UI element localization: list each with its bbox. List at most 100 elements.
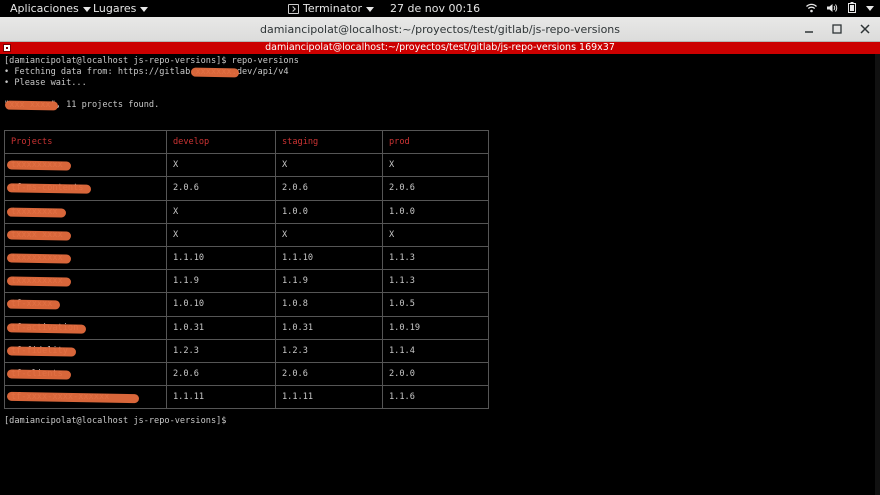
window-title: damiancipolat@localhost:~/proyectos/test…: [259, 23, 621, 36]
cell-develop: 2.0.6: [166, 361, 276, 387]
close-icon[interactable]: [858, 22, 872, 36]
cell-prod: 2.0.6: [382, 176, 489, 201]
cell-staging: 1.0.0: [275, 199, 383, 224]
places-menu[interactable]: Lugares: [93, 2, 149, 15]
redacted-text: xxx xxxx: [9, 100, 51, 110]
window-headerbar[interactable]: damiancipolat@localhost:~/proyectos/test…: [0, 17, 880, 42]
fetch-line: • Fetching data from: https://gitlab.xxx…: [4, 67, 289, 78]
table-row: txxxxxxxx X 1.0.0 1.0.0: [4, 199, 489, 224]
cell-project: txxxxxxxx: [4, 199, 167, 224]
table-header-row: Projects develop staging prod: [4, 129, 489, 155]
applications-menu[interactable]: Aplicaciones: [10, 2, 91, 15]
header-develop: develop: [166, 129, 276, 155]
cell-project: txxxxxxxxx: [4, 245, 167, 271]
redacted-project-name: tf-clients: [11, 368, 63, 379]
cell-prod: 1.0.19: [382, 315, 489, 340]
cell-project: tf-xxxx-xxxx-xxxxxx: [4, 385, 167, 410]
cell-prod: X: [382, 153, 489, 178]
redacted-project-name: tf-fidelity: [11, 345, 68, 356]
table-row: tf-xxxx-xxxx-xxxxxx 1.1.11 1.1.11 1.1.6: [4, 385, 489, 410]
table-row: txxxxxxxxx 1.1.10 1.1.10 1.1.3: [4, 245, 489, 271]
cell-project: tf-ms-contents: [4, 176, 167, 201]
volume-icon: [827, 3, 838, 12]
redacted-project-name: txxxx xxxx: [11, 229, 63, 240]
final-prompt: [damiancipolat@localhost js-repo-version…: [4, 416, 227, 426]
cell-staging: 1.1.9: [275, 269, 383, 294]
redacted-project-name: txxxxxxxx: [11, 206, 58, 217]
cell-staging: 2.0.6: [275, 176, 383, 201]
cell-staging: 1.1.10: [275, 245, 383, 271]
redacted-project-name: tf-xxxx-xxxx-xxxxxx: [11, 392, 110, 403]
cell-develop: 1.1.10: [166, 245, 276, 271]
system-tray[interactable]: [806, 2, 874, 13]
redacted-project-name: txxxxxxxxx: [11, 276, 63, 287]
places-menu-label: Lugares: [93, 2, 137, 15]
table-row: tf-xxxxx 1.0.10 1.0.8 1.0.5: [4, 292, 489, 317]
redacted-project-name: txxxxxxxxx: [11, 253, 63, 264]
wifi-icon: [806, 3, 817, 12]
command-line: [damiancipolat@localhost js-repo-version…: [4, 56, 299, 67]
clock[interactable]: 27 de nov 00:16: [390, 2, 480, 15]
cell-develop: X: [166, 222, 276, 247]
redacted-project-name: tf-activation: [11, 322, 79, 333]
cell-project: txxxx xxxx: [4, 222, 167, 247]
cell-prod: X: [382, 222, 489, 247]
prompt: [damiancipolat@localhost js-repo-version…: [4, 56, 227, 66]
cell-staging: X: [275, 153, 383, 178]
cell-develop: 1.2.3: [166, 338, 276, 363]
wait-line: • Please wait...: [4, 78, 87, 88]
terminal-icon: [288, 3, 299, 14]
redacted-group: xxx xxxx: [9, 100, 50, 111]
cell-prod: 1.1.3: [382, 245, 489, 271]
applications-menu-label: Aplicaciones: [10, 2, 79, 15]
table-row: tf-activation 1.0.31 1.0.31 1.0.19: [4, 315, 489, 340]
cell-project: txxxxxxxxx: [4, 153, 167, 178]
cell-prod: 1.0.0: [382, 199, 489, 224]
cell-develop: 1.0.10: [166, 292, 276, 317]
terminator-titlebar[interactable]: damiancipolat@localhost:~/proyectos/test…: [0, 42, 880, 54]
table-row: txxxx xxxx X X X: [4, 222, 489, 247]
cell-project: tf-xxxxx: [4, 292, 167, 317]
cell-project: tf-fidelity: [4, 338, 167, 363]
cell-develop: X: [166, 153, 276, 178]
scrollbar[interactable]: [875, 54, 880, 495]
table-row: tf-fidelity 1.2.3 1.2.3 1.1.4: [4, 338, 489, 363]
header-staging: staging: [275, 129, 383, 155]
cell-develop: 2.0.6: [166, 176, 276, 201]
redacted-project-name: tf-xxxxx: [11, 299, 53, 310]
cell-prod: 1.1.6: [382, 385, 489, 410]
cell-prod: 2.0.0: [382, 361, 489, 387]
window-controls: [802, 22, 872, 36]
cell-prod: 1.1.3: [382, 269, 489, 294]
cell-staging: 1.2.3: [275, 338, 383, 363]
battery-icon: [848, 2, 856, 13]
cell-develop: 1.1.9: [166, 269, 276, 294]
header-prod: prod: [382, 129, 489, 155]
fetch-text: • Fetching data from: https://gitlab.: [4, 67, 196, 77]
cell-prod: 1.0.5: [382, 292, 489, 317]
cell-project: tf-clients: [4, 361, 167, 387]
chevron-down-icon: [140, 6, 149, 12]
minimize-icon[interactable]: [802, 22, 816, 36]
terminator-title: damiancipolat@localhost:~/proyectos/test…: [265, 42, 615, 53]
table-row: txxxxxxxxx X X X: [4, 153, 489, 178]
cell-develop: 1.1.11: [166, 385, 276, 410]
cell-project: txxxxxxxxx: [4, 269, 167, 294]
found-line: "xxx xxxx", 11 projects found.: [4, 100, 159, 111]
cell-develop: X: [166, 199, 276, 224]
cell-project: tf-activation: [4, 315, 167, 340]
cell-staging: 1.0.31: [275, 315, 383, 340]
redacted-text: xxxxxxx: [195, 67, 232, 77]
cell-develop: 1.0.31: [166, 315, 276, 340]
header-projects: Projects: [4, 129, 167, 155]
table-row: txxxxxxxxx 1.1.9 1.1.9 1.1.3: [4, 269, 489, 294]
found-suffix: ", 11 projects found.: [50, 100, 160, 110]
redacted-project-name: txxxxxxxxx: [11, 160, 63, 171]
maximize-icon[interactable]: [830, 22, 844, 36]
chevron-down-icon: [82, 6, 91, 12]
table-row: tf-clients 2.0.6 2.0.6 2.0.0: [4, 361, 489, 387]
gnome-top-bar: Aplicaciones Lugares Terminator 27 de no…: [0, 0, 880, 17]
active-app-label: Terminator: [303, 2, 362, 15]
active-app-menu[interactable]: Terminator: [288, 2, 374, 15]
terminal-output[interactable]: [damiancipolat@localhost js-repo-version…: [0, 54, 880, 495]
